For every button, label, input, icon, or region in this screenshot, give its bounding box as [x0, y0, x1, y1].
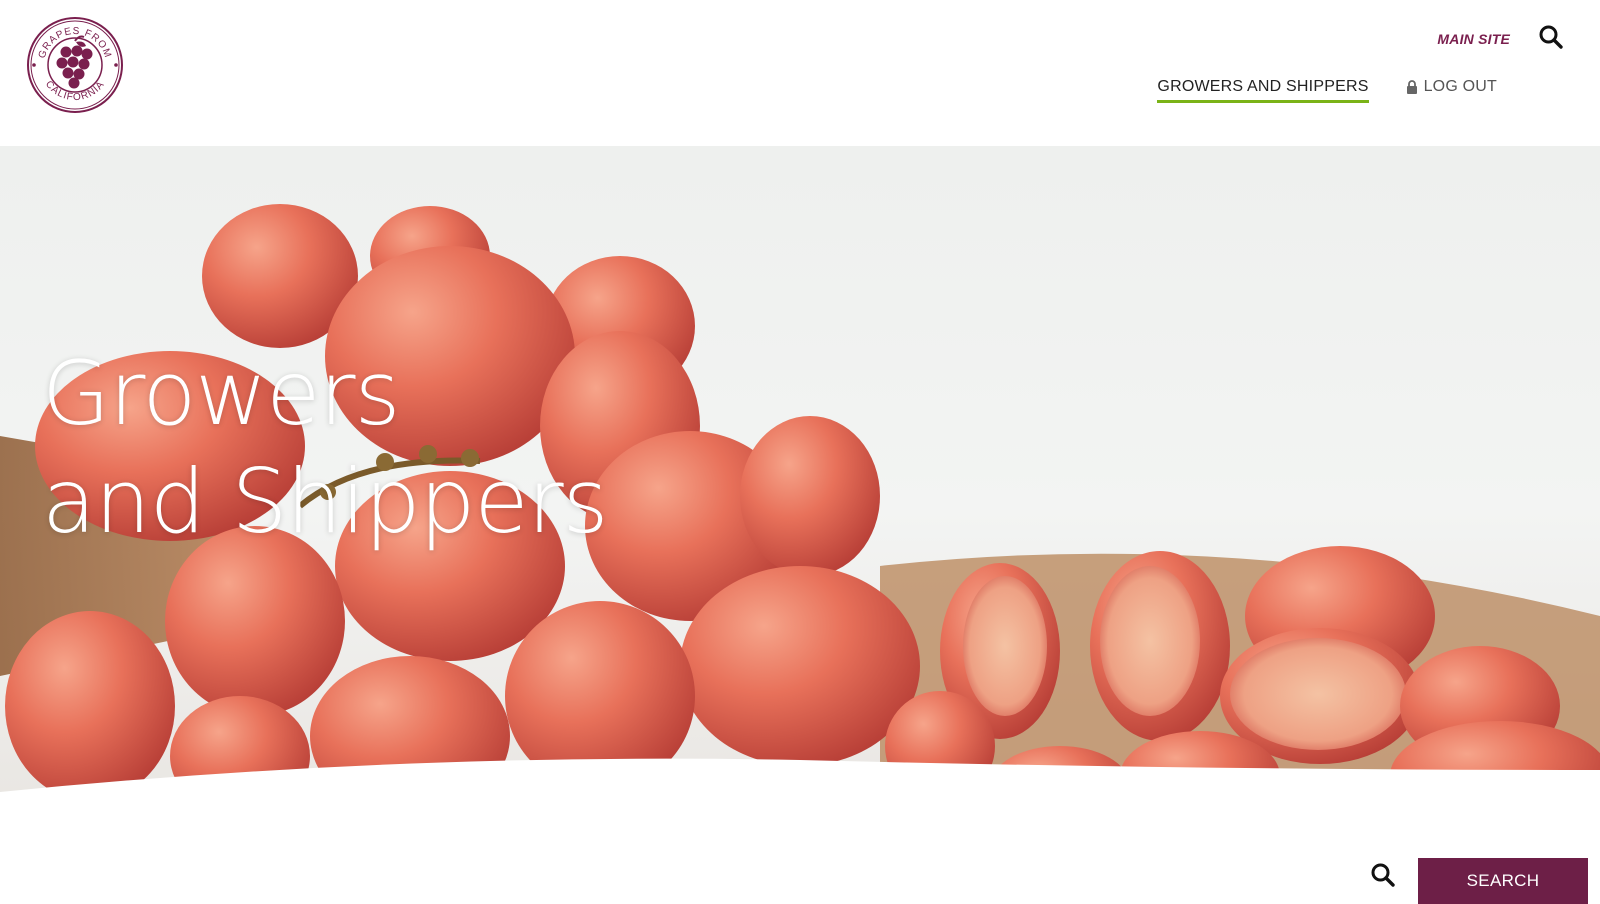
page-title: Growers and Shippers — [42, 340, 608, 556]
search-icon[interactable] — [1370, 862, 1396, 888]
nav-log-out[interactable]: LOG OUT — [1406, 78, 1497, 100]
main-nav: GROWERS AND SHIPPERS LOG OUT — [1157, 78, 1497, 103]
site-logo[interactable]: GRAPES FROM CALIFORNIA — [26, 10, 124, 120]
search-bar: SEARCH — [0, 850, 1600, 904]
hero-wave-divider — [0, 758, 1600, 830]
lock-icon — [1406, 80, 1418, 94]
page-title-line-1: Growers — [42, 342, 400, 445]
search-button[interactable]: SEARCH — [1418, 858, 1588, 904]
page-title-line-2: and Shippers — [42, 450, 608, 553]
grapes-from-california-logo-icon: GRAPES FROM CALIFORNIA — [27, 17, 123, 113]
site-header: GRAPES FROM CALIFORNIA MAIN SITE GROWERS… — [0, 0, 1600, 146]
log-out-label: LOG OUT — [1423, 78, 1497, 95]
main-site-link[interactable]: MAIN SITE — [1437, 31, 1510, 47]
nav-growers-and-shippers[interactable]: GROWERS AND SHIPPERS — [1157, 78, 1369, 103]
hero-banner: Growers and Shippers — [0, 146, 1600, 810]
utility-nav: MAIN SITE — [1437, 24, 1564, 50]
search-icon[interactable] — [1538, 24, 1564, 50]
